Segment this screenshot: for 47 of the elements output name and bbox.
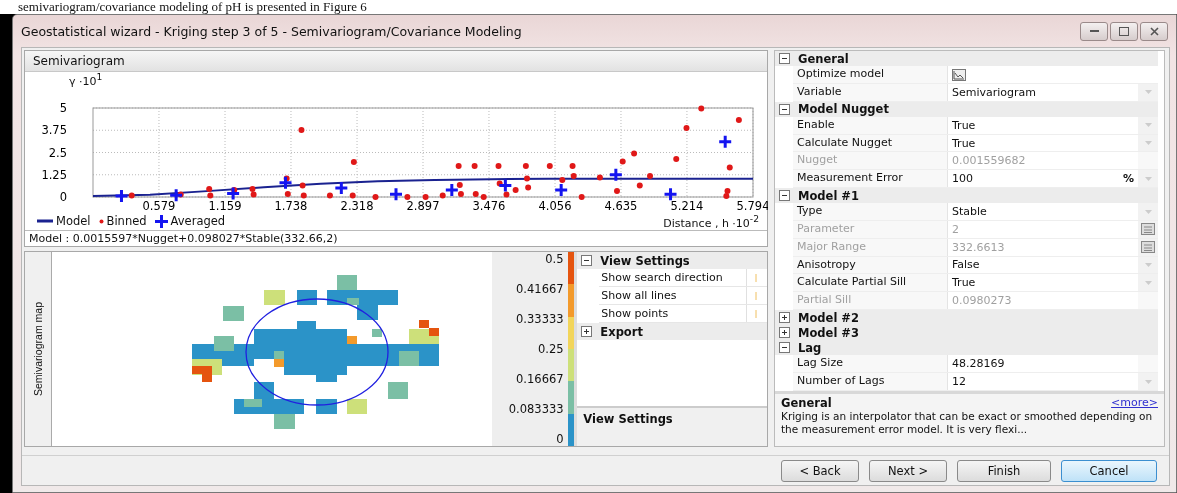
y-tick-label: 2.5 — [48, 145, 67, 160]
scale-label: 0.25 — [538, 342, 564, 356]
unit-label: % — [1122, 172, 1134, 186]
y-tick-label: 5 — [59, 101, 67, 115]
x-tick-label: 3.476 — [472, 199, 506, 212]
window-title: Geostatistical wizard - Kriging step 3 of 5 - Semivariogram/Covariance Modeling — [21, 23, 522, 39]
setting-name: Show search direction — [599, 269, 747, 286]
section-title: View Settings — [600, 253, 690, 268]
x-tick-label: 4.056 — [538, 199, 572, 212]
scale-label: 0.33333 — [516, 312, 564, 326]
x-tick-label: 1.738 — [274, 199, 308, 212]
x-tick-label: 1.159 — [208, 199, 242, 212]
map-title: Semivariogram map — [32, 302, 44, 396]
y-tick-label: 3.75 — [41, 123, 67, 138]
x-axis-label: Distance , h ·10$^{-2}$ — [663, 212, 759, 230]
setting-name: Show all lines — [599, 287, 747, 304]
setting-name: Show points — [599, 305, 747, 322]
scale-label: 0.16667 — [516, 372, 564, 386]
x-tick-label: 2.897 — [406, 199, 440, 212]
panel-title: Semivariogram — [25, 51, 767, 72]
x-tick-label: 4.635 — [604, 199, 638, 212]
scale-label: 0.5 — [545, 252, 564, 266]
section-title: Model Nugget — [798, 102, 889, 117]
scale-label: 0 — [556, 432, 564, 446]
section-title: Model #2 — [798, 310, 859, 325]
description-title: General — [781, 396, 832, 410]
x-tick-label: 2.318 — [340, 199, 374, 212]
section-title: General — [798, 51, 849, 66]
y-tick-label: 0 — [59, 190, 67, 204]
x-tick-label: 5.214 — [670, 199, 704, 212]
legend-label: Model — [56, 214, 91, 228]
caption-text: semivariogram/covariance modeling of pH is presented in Figure 6 — [17, 0, 368, 14]
scale-label: 0.41667 — [516, 282, 564, 296]
section-title: Lag — [798, 340, 822, 355]
y-tick-label: 1.25 — [41, 167, 67, 182]
y-axis-label: γ ·10$^{1}$ — [69, 71, 103, 88]
legend-label: Averaged — [170, 214, 226, 228]
section-title: Model #3 — [798, 325, 859, 340]
section-title: Export — [600, 324, 643, 339]
scale-label: 0.083333 — [508, 402, 564, 416]
x-tick-label: 0.579 — [142, 199, 176, 212]
settings-footer-title: View Settings — [577, 406, 767, 446]
legend-label: Binned — [106, 214, 147, 228]
description-text: Kriging is an interpolator that can be exact or smoothed depending on the measurement error model. It is very flexi... — [781, 410, 1154, 436]
model-formula: Model : 0.0015597*Nugget+0.098027*Stable(332.66,2) — [25, 230, 767, 246]
x-tick-label: 5.794 — [736, 199, 768, 212]
section-title: Model #1 — [798, 188, 859, 203]
